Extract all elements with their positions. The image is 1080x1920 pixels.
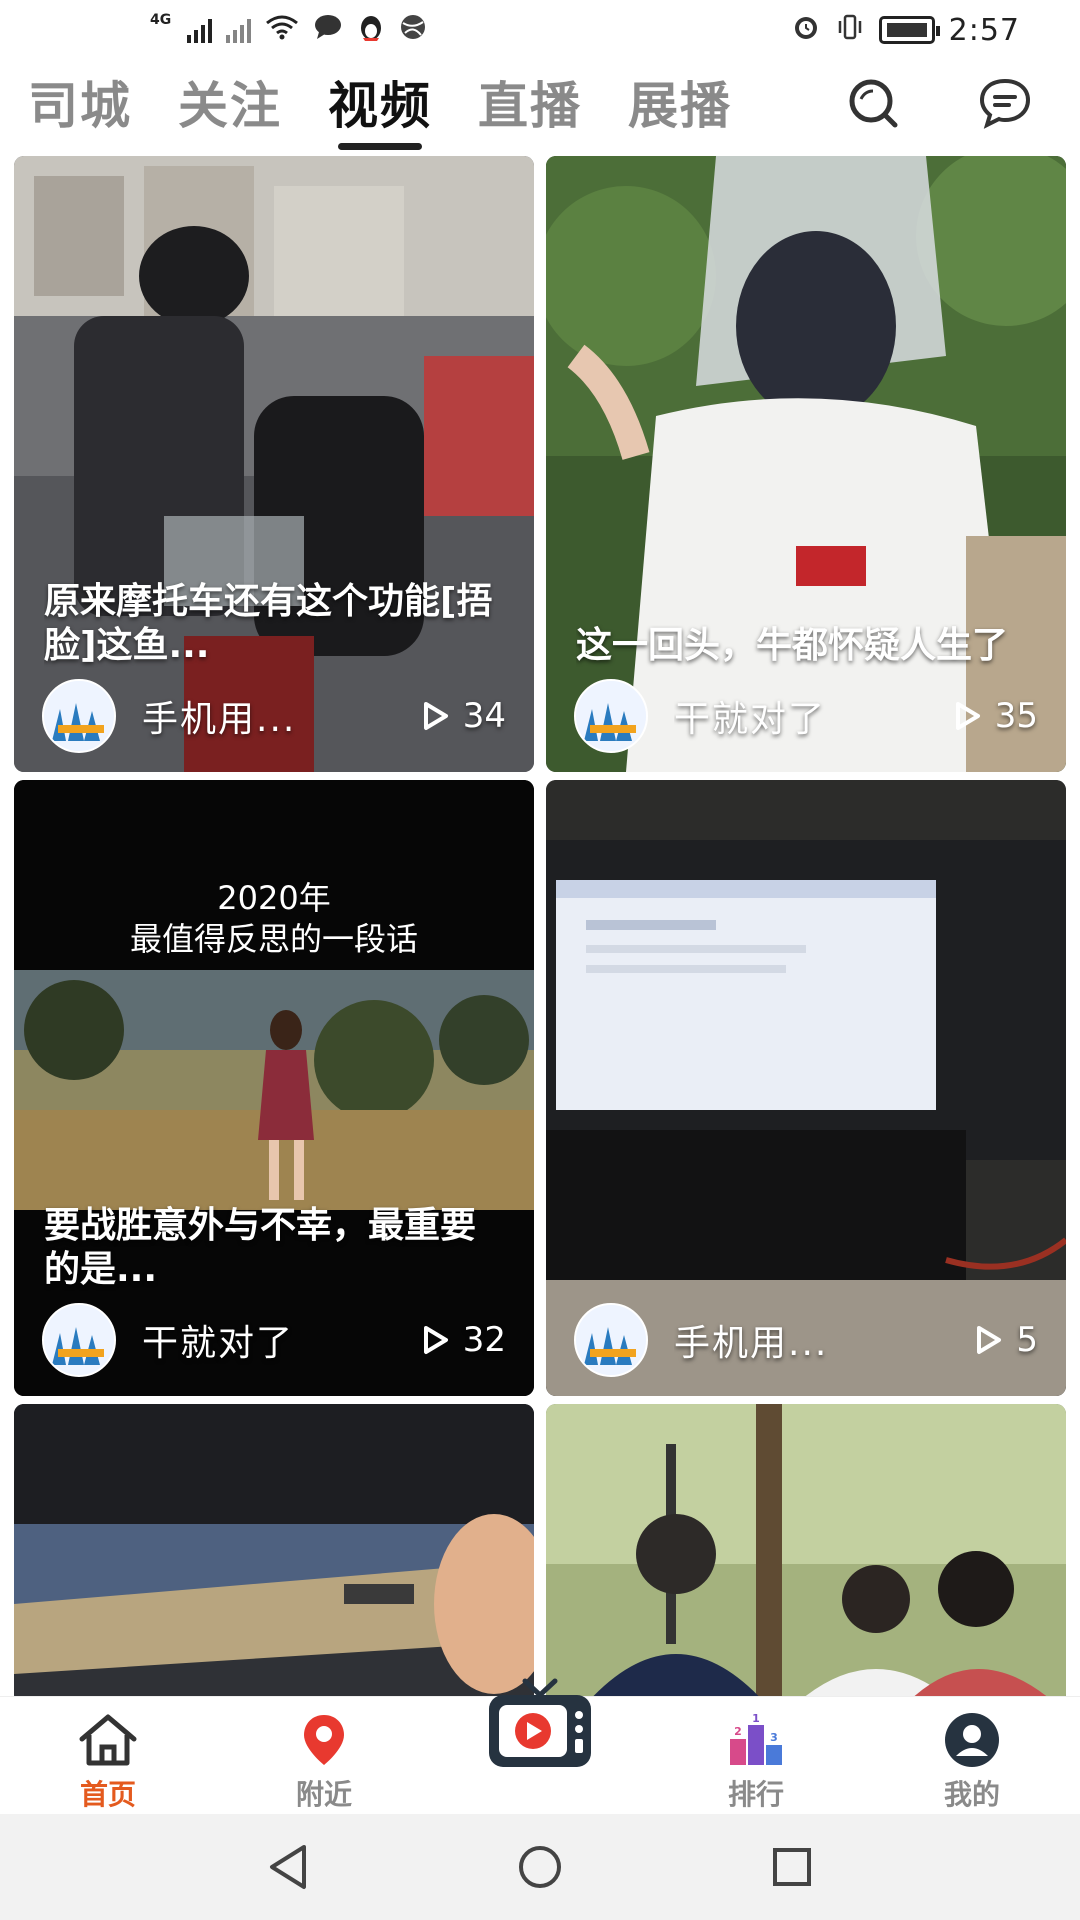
nav-home-label: 首页 [79,1778,136,1811]
clock: 2:57 [948,12,1020,48]
nav-video-center[interactable] [432,1678,648,1814]
battery-icon [878,16,940,44]
home-circle-icon[interactable] [514,1841,566,1893]
wifi-icon [265,14,299,46]
tab-showcase[interactable]: 展播 [628,76,732,136]
play-count-value: 5 [1016,1320,1038,1360]
play-icon [423,1326,448,1354]
search-icon[interactable] [842,72,904,134]
video-caption: 这一回头，牛都怀疑人生了 [576,625,1009,667]
video-card[interactable]: 2020年 最值得反思的一段话 要战胜意外与不幸，最重要的是... 干就对了 3… [14,780,534,1396]
home-icon [75,1711,141,1769]
message-icon[interactable] [974,72,1036,134]
video-card[interactable]: 这一回头，牛都怀疑人生了 干就对了 35 [546,156,1066,772]
profile-icon [939,1711,1005,1769]
system-nav-bar [0,1814,1080,1920]
overlay-title: 2020年 最值得反思的一段话 [14,836,534,961]
ball-app-icon [399,13,427,47]
avatar[interactable] [574,1303,648,1377]
bottom-nav: 首页 附近 213 排行 我的 [0,1678,1080,1814]
status-bar: 4G 2:57 [0,0,1080,60]
avatar[interactable] [574,679,648,753]
play-count: 35 [955,696,1038,736]
video-meta: 干就对了 35 [574,679,1038,753]
recents-square-icon[interactable] [766,1841,818,1893]
top-tab-bar: 司城 关注 视频 直播 展播 [0,60,1080,152]
vibrate-icon [835,12,865,48]
play-count-value: 35 [994,696,1038,736]
play-count: 34 [423,696,506,736]
tab-sicheng[interactable]: 司城 [28,76,132,136]
tab-video[interactable]: 视频 [328,76,432,150]
signal-strength-icon [187,17,213,43]
video-meta: 干就对了 32 [42,1303,506,1377]
video-feed[interactable]: 原来摩托车还有这个功能[捂脸]这鱼... 手机用... 34 这一回头，牛都怀疑… [14,156,1066,1696]
status-left: 4G [150,12,427,48]
play-count: 32 [423,1320,506,1360]
location-pin-icon [291,1711,357,1769]
author-name[interactable]: 手机用... [142,690,423,742]
ranking-podium-icon: 213 [723,1711,789,1769]
svg-text:1: 1 [752,1712,760,1725]
video-card[interactable]: 原来摩托车还有这个功能[捂脸]这鱼... 手机用... 34 [14,156,534,772]
nav-nearby[interactable]: 附近 [216,1697,432,1814]
avatar[interactable] [42,679,116,753]
network-type: 4G [150,12,172,28]
video-meta: 手机用... 34 [42,679,506,753]
nav-ranking[interactable]: 213 排行 [648,1697,864,1814]
tv-play-icon [481,1673,599,1784]
video-caption: 原来摩托车还有这个功能[捂脸]这鱼... [44,581,493,667]
nav-nearby-label: 附近 [295,1778,352,1811]
play-icon [955,702,980,730]
author-name[interactable]: 干就对了 [142,1314,423,1366]
play-icon [977,1326,1002,1354]
play-count-value: 34 [462,696,506,736]
play-count: 5 [976,1320,1038,1360]
video-card[interactable]: 手机用... 5 [546,780,1066,1396]
video-card[interactable] [14,1404,534,1696]
svg-text:2: 2 [734,1725,742,1738]
alarm-icon [791,12,821,48]
tab-following[interactable]: 关注 [178,76,282,136]
play-icon [423,702,448,730]
nav-profile-label: 我的 [943,1778,1000,1811]
tab-live[interactable]: 直播 [478,76,582,136]
signal-strength-2-icon [226,17,252,43]
avatar[interactable] [42,1303,116,1377]
author-name[interactable]: 手机用... [674,1314,976,1366]
video-thumbnail [546,1404,1066,1696]
video-caption: 要战胜意外与不幸，最重要的是... [44,1205,477,1291]
video-card[interactable] [546,1404,1066,1696]
author-name[interactable]: 干就对了 [674,690,955,742]
chat-bubble-icon [313,14,343,46]
nav-profile[interactable]: 我的 [864,1697,1080,1814]
overlay-title-text: 2020年 最值得反思的一段话 [129,878,418,959]
nav-home[interactable]: 首页 [0,1697,216,1814]
status-right: 2:57 [791,12,1020,48]
penguin-app-icon [357,12,385,48]
nav-ranking-label: 排行 [727,1778,784,1811]
back-triangle-icon[interactable] [262,1841,314,1893]
play-count-value: 32 [462,1320,506,1360]
video-meta: 手机用... 5 [574,1303,1038,1377]
svg-text:3: 3 [770,1731,778,1744]
video-thumbnail [14,1404,534,1696]
